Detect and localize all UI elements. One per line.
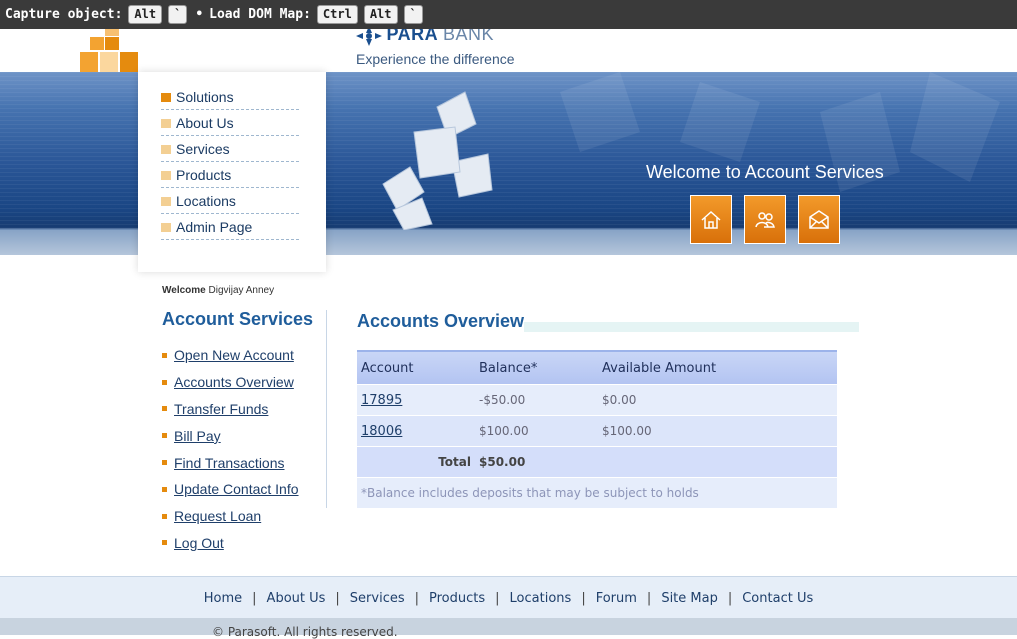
about-button[interactable] (744, 195, 786, 244)
mail-icon (809, 209, 829, 229)
open-new-account-link[interactable]: Open New Account (174, 347, 294, 363)
capture-label: Capture object: (5, 7, 123, 22)
title-underline (524, 322, 859, 332)
logo-squares (80, 29, 138, 72)
capture-toolbar: Capture object: Alt ` • Load DOM Map: Ct… (0, 0, 1017, 29)
menu-item-find-transactions: Find Transactions (162, 449, 299, 476)
copyright: © Parasoft. All rights reserved. (212, 625, 398, 639)
menu-item-transfer-funds: Transfer Funds (162, 396, 299, 423)
footer-link-about-us[interactable]: About Us (267, 591, 326, 606)
table-row: 17895 -$50.00 $0.00 (357, 384, 837, 416)
footer-link-products[interactable]: Products (429, 591, 485, 606)
table-row: 18006 $100.00 $100.00 (357, 415, 837, 447)
side-navigation: Solutions About Us Services Products Loc… (138, 72, 326, 272)
total-value: $50.00 (475, 446, 598, 478)
column-header-balance: Balance* (475, 350, 598, 385)
transfer-funds-link[interactable]: Transfer Funds (174, 401, 268, 417)
sidenav-item-locations[interactable]: Locations (161, 189, 299, 214)
footer-link-services[interactable]: Services (350, 591, 405, 606)
footer-link-contact-us[interactable]: Contact Us (742, 591, 813, 606)
home-icon (701, 210, 721, 229)
menu-item-bill-pay: Bill Pay (162, 422, 299, 449)
available-cell: $100.00 (598, 415, 837, 447)
sidenav-item-about-us[interactable]: About Us (161, 111, 299, 136)
bill-pay-link[interactable]: Bill Pay (174, 428, 221, 444)
accounts-overview-title: Accounts Overview (357, 311, 525, 331)
bullet-square-icon (161, 92, 171, 102)
balance-cell: -$50.00 (475, 384, 598, 416)
account-link[interactable]: 18006 (361, 424, 402, 439)
home-button[interactable] (690, 195, 732, 244)
column-header-account: Account (357, 350, 475, 385)
bullet-icon (162, 486, 167, 492)
account-cell: 17895 (357, 384, 475, 416)
accounts-overview-link[interactable]: Accounts Overview (174, 374, 294, 390)
account-services-title: Account Services (162, 309, 314, 329)
available-cell: $0.00 (598, 384, 837, 416)
welcome-banner-title: Welcome to Account Services (646, 162, 884, 182)
footer-link-home[interactable]: Home (204, 591, 242, 606)
log-out-link[interactable]: Log Out (174, 535, 224, 551)
bullet-square-icon (161, 144, 171, 154)
sidenav-item-admin-page[interactable]: Admin Page (161, 215, 299, 240)
footer: Home | About Us | Services | Products | Loca… (0, 576, 1017, 619)
sidenav-item-services[interactable]: Services (161, 137, 299, 162)
bullet-icon (162, 379, 167, 385)
total-label: Total (357, 446, 475, 478)
column-header-available: Available Amount (598, 350, 837, 385)
table-header-row: Account Balance* Available Amount (357, 350, 837, 385)
menu-item-log-out: Log Out (162, 530, 299, 557)
account-link[interactable]: 17895 (361, 393, 402, 408)
panel-divider (326, 310, 327, 508)
bullet-icon (162, 540, 167, 546)
footer-link-locations[interactable]: Locations (510, 591, 572, 606)
menu-item-update-contact-info: Update Contact Info (162, 476, 299, 503)
contact-people-icon (755, 211, 775, 228)
key-alt: Alt (128, 5, 163, 24)
dom-map-label: Load DOM Map: (209, 7, 311, 22)
bullet-icon (162, 513, 167, 519)
bullet-square-icon (161, 118, 171, 128)
bullet-square-icon (161, 196, 171, 206)
accounts-table: Account Balance* Available Amount 17895 … (357, 350, 837, 508)
bullet-square-icon (161, 170, 171, 180)
key-ctrl: Ctrl (316, 5, 358, 24)
tagline: Experience the difference (356, 51, 515, 67)
footer-link-forum[interactable]: Forum (596, 591, 637, 606)
balance-note: *Balance includes deposits that may be s… (357, 477, 837, 508)
bullet-icon (162, 352, 167, 358)
key-backtick: ` (168, 5, 188, 24)
sidenav-item-products[interactable]: Products (161, 163, 299, 188)
note-row: *Balance includes deposits that may be s… (357, 477, 837, 508)
footer-link-site-map[interactable]: Site Map (661, 591, 718, 606)
balance-cell: $100.00 (475, 415, 598, 447)
bullet-square-icon (161, 222, 171, 232)
sidenav-item-solutions[interactable]: Solutions (161, 85, 299, 110)
menu-item-request-loan: Request Loan (162, 503, 299, 530)
side-nav-list: Solutions About Us Services Products Loc… (161, 85, 299, 241)
footer-links: Home | About Us | Services | Products | Loca… (203, 590, 814, 606)
key-alt-2: Alt (363, 5, 398, 24)
welcome-user: Welcome Digvijay Anney (162, 285, 275, 296)
menu-item-open-new-account: Open New Account (162, 342, 299, 369)
footer-bottom-bar (0, 618, 1017, 635)
account-cell: 18006 (357, 415, 475, 447)
bullet-icon (162, 460, 167, 466)
bullet-icon (162, 406, 167, 412)
account-services-menu: Open New Account Accounts Overview Trans… (162, 342, 299, 556)
contact-button[interactable] (798, 195, 840, 244)
user-name: Digvijay Anney (208, 285, 275, 296)
find-transactions-link[interactable]: Find Transactions (174, 455, 285, 471)
request-loan-link[interactable]: Request Loan (174, 508, 261, 524)
update-contact-info-link[interactable]: Update Contact Info (174, 481, 299, 497)
key-backtick-2: ` (403, 5, 423, 24)
bullet-icon (162, 433, 167, 439)
separator-bullet: • (195, 7, 204, 22)
empty-cell (598, 446, 837, 478)
total-row: Total $50.00 (357, 446, 837, 478)
menu-item-accounts-overview: Accounts Overview (162, 369, 299, 396)
